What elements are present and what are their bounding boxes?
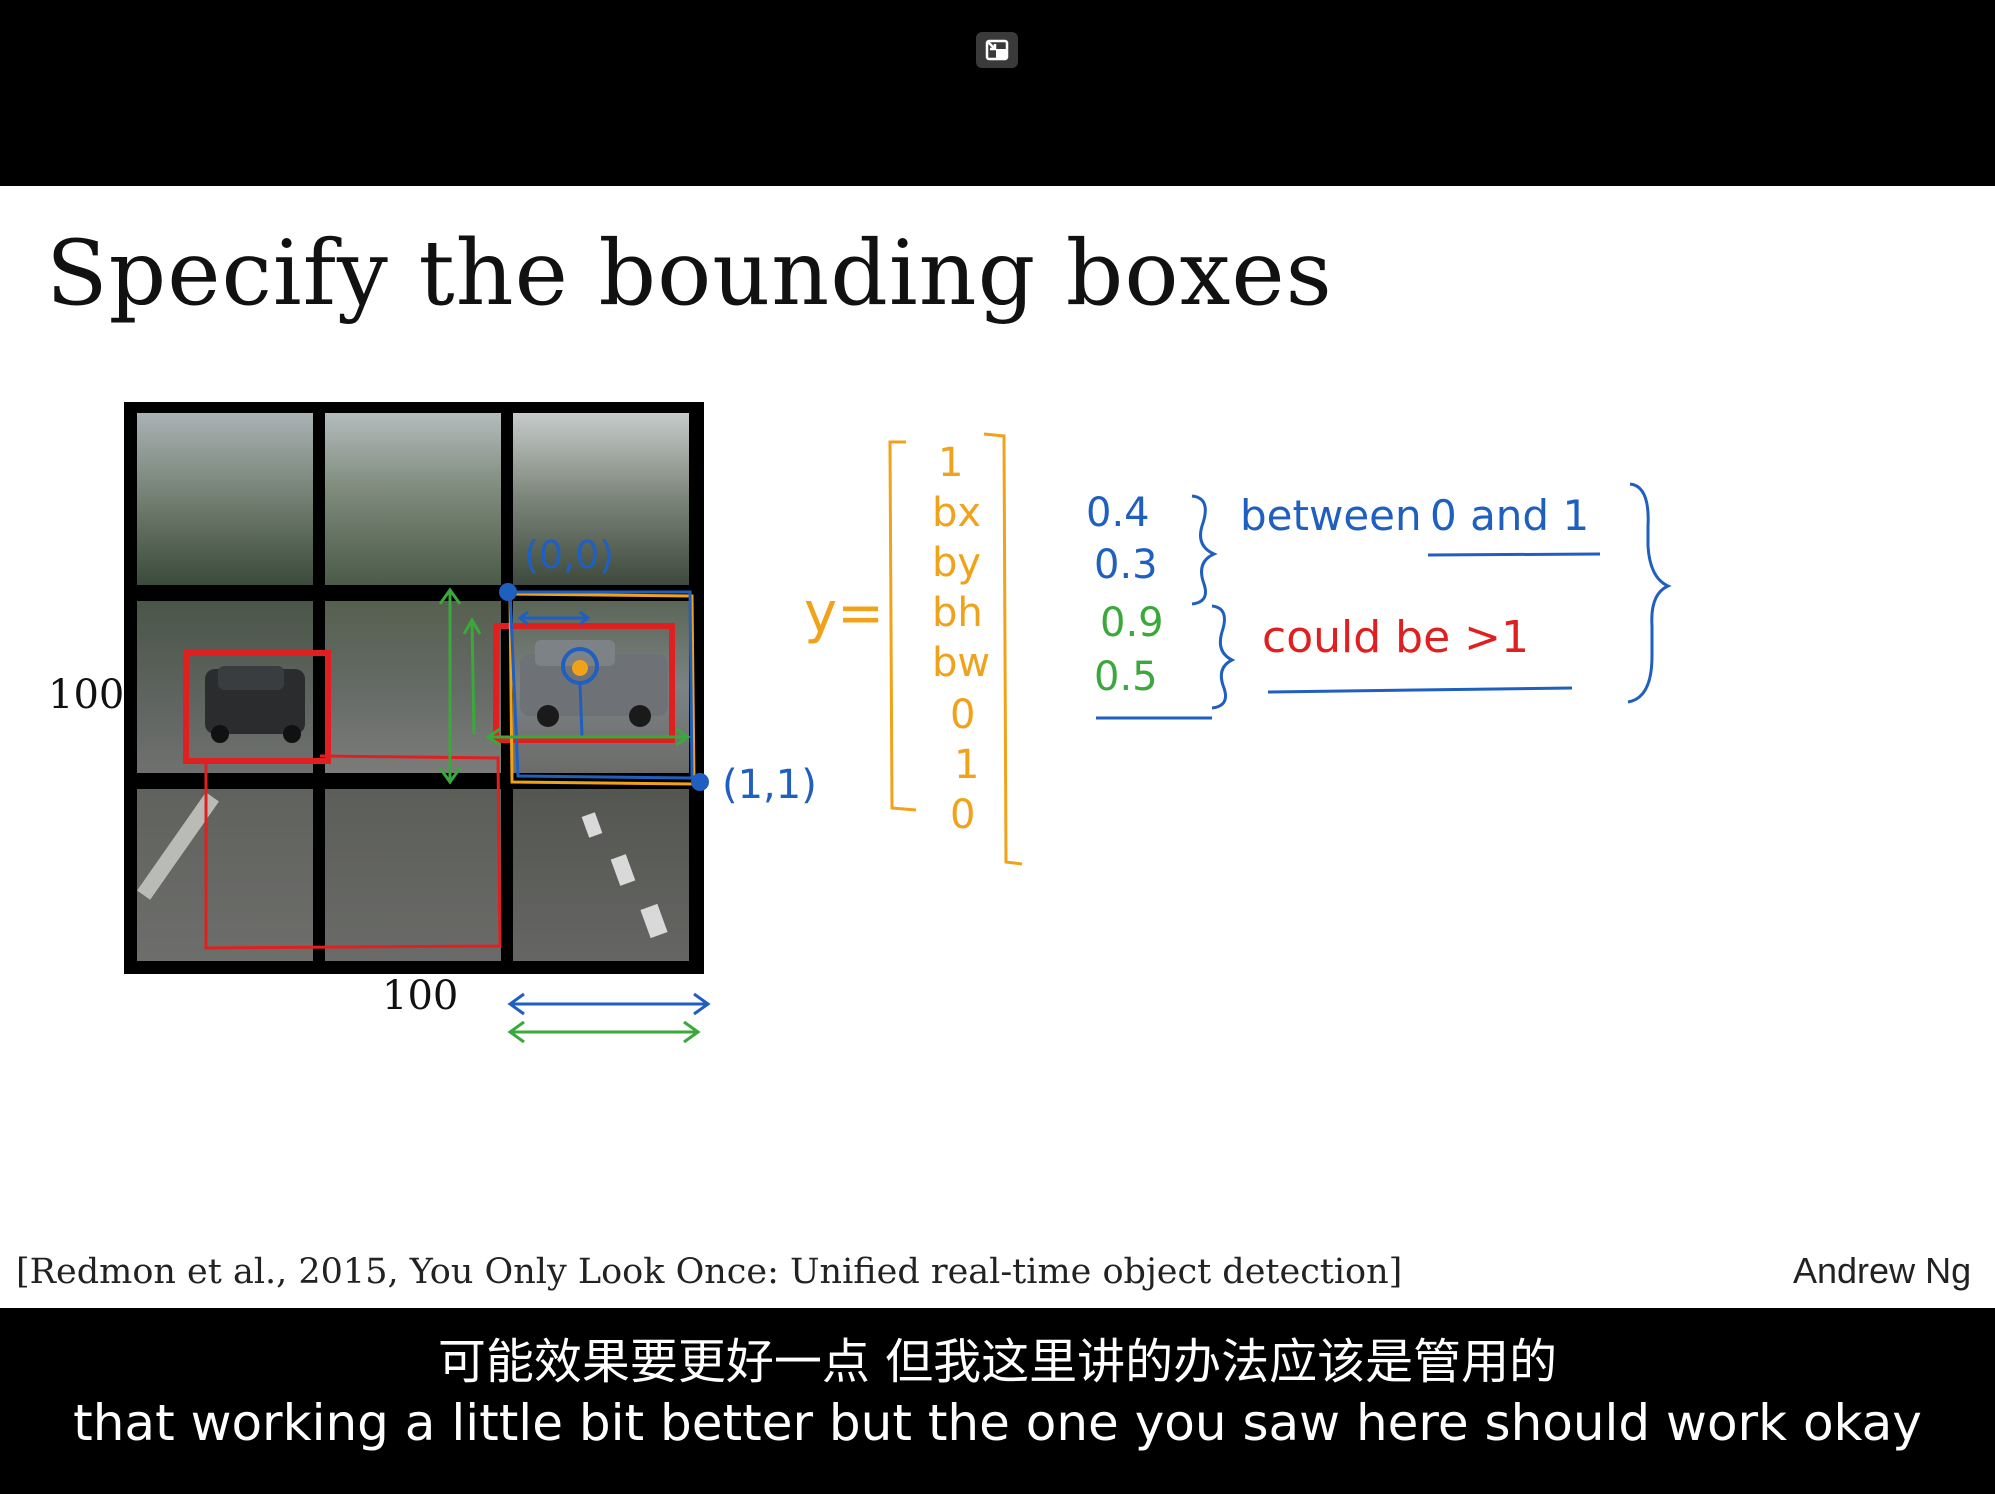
exit-fullscreen-icon [985,39,1009,61]
vector-entries: 1 bx by bh bw 0 1 0 [932,440,990,838]
car-left [205,666,305,743]
lecture-slide: Specify the bounding boxes 100 100 (0,0)… [0,186,1995,1308]
note-range: 0 and 1 [1430,491,1589,540]
vector-entry: bh [932,590,983,636]
midpoint-dot [572,660,588,676]
subtitle-english: that working a little bit better but the… [73,1394,1922,1452]
vector-entry: 0 [950,692,975,738]
box-width-arrow [507,1020,701,1044]
value-bh: 0.9 [1100,600,1164,646]
red-freehand-box [204,754,502,950]
value-bx: 0.4 [1086,490,1150,536]
brace-top [1191,494,1218,606]
origin-label: (0,0) [524,533,614,577]
vector-entry: 1 [938,440,963,486]
vector-entry: 0 [950,792,975,838]
vector-left-bracket [888,440,917,812]
y-label: y= [804,581,884,646]
corner-label: (1,1) [722,762,817,808]
car-right [520,640,668,727]
subtitle-bar: 可能效果要更好一点 但我这里讲的办法应该是管用的 that working a … [0,1308,1995,1494]
bh-arrow-long [438,587,462,785]
note-could-be: could be >1 [1262,612,1529,663]
vector-entry: 1 [954,742,979,788]
vector-entry: bx [932,490,981,536]
bx-arrow [517,610,591,626]
bh-arrow-short [462,616,482,735]
value-bw: 0.5 [1094,654,1158,700]
origin-dot [499,583,517,601]
vector-entry: bw [932,640,990,686]
note-between: between [1240,491,1422,540]
exit-fullscreen-button[interactable] [976,32,1018,68]
value-by: 0.3 [1094,542,1158,588]
range-underline [1427,552,1601,557]
author-name: Andrew Ng [1793,1250,1972,1291]
midpoint-line [578,683,584,737]
subtitle-chinese: 可能效果要更好一点 但我这里讲的办法应该是管用的 [437,1334,1558,1390]
citation: [Redmon et al., 2015, You Only Look Once… [16,1252,1403,1292]
brace-bottom [1211,604,1236,710]
cell-width-arrow [507,992,711,1016]
could-be-underline [1267,686,1573,694]
brace-right [1627,482,1672,704]
corner-dot [691,773,709,791]
video-top-bar [0,0,1995,186]
road-markings [137,792,668,939]
vector-entry: by [932,540,981,586]
annotation-layer: (0,0) (1,1) y= 1 bx by bh bw 0 1 0 0.4 0… [137,432,1672,1044]
